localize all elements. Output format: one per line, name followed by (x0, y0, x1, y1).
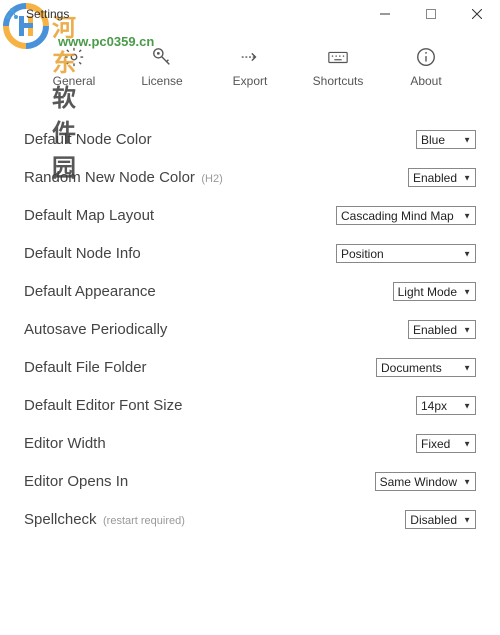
gear-icon (63, 46, 85, 68)
setting-hint: (restart required) (103, 515, 185, 527)
select-default-node-color[interactable]: Blue (416, 130, 476, 149)
select-autosave-periodically[interactable]: Enabled (408, 320, 476, 339)
setting-label: Default File Folder (24, 359, 147, 376)
setting-label: Autosave Periodically (24, 321, 167, 338)
info-icon (415, 46, 437, 68)
tab-export-label: Export (233, 74, 268, 88)
settings-list: Default Node Color Blue Random New Node … (0, 96, 500, 529)
setting-hint: (H2) (201, 173, 222, 185)
select-default-map-layout[interactable]: Cascading Mind Map (336, 206, 476, 225)
setting-default-file-folder: Default File Folder Documents (24, 358, 476, 377)
select-default-editor-font-size[interactable]: 14px (416, 396, 476, 415)
setting-label: Editor Opens In (24, 473, 128, 490)
setting-label: Spellcheck (24, 511, 97, 528)
key-icon (151, 46, 173, 68)
setting-default-appearance: Default Appearance Light Mode (24, 282, 476, 301)
setting-label: Default Editor Font Size (24, 397, 182, 414)
tab-about-label: About (410, 74, 441, 88)
setting-label: Default Appearance (24, 283, 156, 300)
select-editor-width[interactable]: Fixed (416, 434, 476, 453)
app-icon (4, 6, 20, 22)
setting-spellcheck: Spellcheck (restart required) Disabled (24, 510, 476, 529)
tab-license[interactable]: License (127, 46, 197, 88)
tab-shortcuts-label: Shortcuts (313, 74, 364, 88)
tab-about[interactable]: About (391, 46, 461, 88)
tab-general[interactable]: General (39, 46, 109, 88)
select-editor-opens-in[interactable]: Same Window (375, 472, 476, 491)
setting-label: Default Node Info (24, 245, 141, 262)
tab-bar: General License Export Shortcuts About (0, 28, 500, 96)
select-default-node-info[interactable]: Position (336, 244, 476, 263)
window-title: Settings (26, 7, 69, 21)
keyboard-icon (327, 46, 349, 68)
select-default-file-folder[interactable]: Documents (376, 358, 476, 377)
minimize-button[interactable] (362, 0, 408, 28)
tab-shortcuts[interactable]: Shortcuts (303, 46, 373, 88)
select-random-new-node-color[interactable]: Enabled (408, 168, 476, 187)
setting-default-map-layout: Default Map Layout Cascading Mind Map (24, 206, 476, 225)
setting-label: Random New Node Color (24, 169, 195, 186)
close-button[interactable] (454, 0, 500, 28)
titlebar: Settings (0, 0, 500, 28)
maximize-button[interactable] (408, 0, 454, 28)
select-default-appearance[interactable]: Light Mode (393, 282, 476, 301)
setting-default-editor-font-size: Default Editor Font Size 14px (24, 396, 476, 415)
setting-label: Editor Width (24, 435, 106, 452)
setting-random-new-node-color: Random New Node Color (H2) Enabled (24, 168, 476, 187)
setting-editor-opens-in: Editor Opens In Same Window (24, 472, 476, 491)
select-spellcheck[interactable]: Disabled (405, 510, 476, 529)
setting-label: Default Map Layout (24, 207, 154, 224)
export-icon (239, 46, 261, 68)
tab-license-label: License (141, 74, 182, 88)
setting-autosave-periodically: Autosave Periodically Enabled (24, 320, 476, 339)
setting-editor-width: Editor Width Fixed (24, 434, 476, 453)
setting-label: Default Node Color (24, 131, 152, 148)
setting-default-node-info: Default Node Info Position (24, 244, 476, 263)
tab-general-label: General (53, 74, 96, 88)
tab-export[interactable]: Export (215, 46, 285, 88)
setting-default-node-color: Default Node Color Blue (24, 130, 476, 149)
